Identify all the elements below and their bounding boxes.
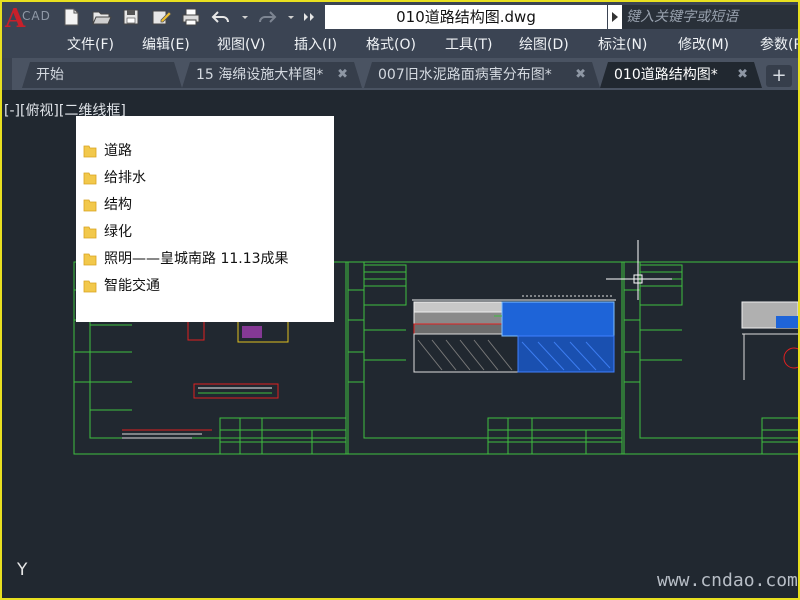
folder-icon <box>83 143 97 158</box>
drawing-sheet-3 <box>623 261 798 455</box>
redo-icon[interactable] <box>256 6 278 28</box>
folder-label: 结构 <box>104 197 132 213</box>
tab-label: 开始 <box>36 67 64 83</box>
title-expand-icon[interactable] <box>608 5 622 29</box>
undo-icon[interactable] <box>210 6 232 28</box>
open-icon[interactable] <box>90 6 112 28</box>
search-input[interactable]: 键入关键字或短语 <box>622 5 798 29</box>
menu-file[interactable]: 文件(F) <box>67 32 114 58</box>
tab-close-icon[interactable]: ✖ <box>337 62 348 88</box>
app-logo[interactable]: A CAD <box>2 2 58 34</box>
tab-label: 15 海绵设施大样图* <box>196 67 324 83</box>
folder-icon <box>83 170 97 185</box>
new-icon[interactable] <box>60 6 82 28</box>
menu-format[interactable]: 格式(O) <box>366 32 416 58</box>
menu-tools[interactable]: 工具(T) <box>445 32 492 58</box>
tab-old-concrete-pavement[interactable]: 007旧水泥路面病害分布图* ✖ <box>364 62 600 88</box>
folder-item-intelligent-traffic[interactable]: 智能交通 <box>83 275 160 295</box>
tab-bar-scroll-edge[interactable] <box>2 58 12 90</box>
folder-label: 照明——皇城南路 11.13成果 <box>104 251 289 267</box>
folder-item-road[interactable]: 道路 <box>83 140 132 160</box>
application-window: A CAD 010道路结构图.dwg 键入关键字或短语 文件(F) 编辑(E) … <box>0 0 800 600</box>
folder-label: 绿化 <box>104 224 132 240</box>
folder-label: 给排水 <box>104 170 146 186</box>
tab-label: 007旧水泥路面病害分布图* <box>378 67 552 83</box>
pavement-section <box>412 295 616 373</box>
tab-close-icon[interactable]: ✖ <box>575 62 586 88</box>
folder-item-structure[interactable]: 结构 <box>83 194 132 214</box>
tab-label: 010道路结构图* <box>614 67 718 83</box>
new-tab-button[interactable]: + <box>766 65 792 87</box>
drawing-sheet-1-details <box>122 317 289 439</box>
folder-icon <box>83 197 97 212</box>
folder-icon <box>83 278 97 293</box>
menu-dimension[interactable]: 标注(N) <box>598 32 647 58</box>
folder-icon <box>83 224 97 239</box>
document-title: 010道路结构图.dwg <box>325 5 607 29</box>
drawing-canvas[interactable]: [-][俯视][二维线框] 道路 给排水 结构 绿化 照明——皇城南路 11.1… <box>2 90 798 598</box>
save-icon[interactable] <box>120 6 142 28</box>
menu-edit[interactable]: 编辑(E) <box>142 32 190 58</box>
save-as-icon[interactable] <box>150 6 172 28</box>
plot-icon[interactable] <box>180 6 202 28</box>
folder-icon <box>83 251 97 266</box>
ucs-axis-label: Y <box>17 560 28 580</box>
menu-bar: 文件(F) 编辑(E) 视图(V) 插入(I) 格式(O) 工具(T) 绘图(D… <box>2 32 798 58</box>
folder-label: 道路 <box>104 143 132 159</box>
more-icon[interactable] <box>298 6 316 28</box>
menu-parametric[interactable]: 参数(P <box>760 32 798 58</box>
file-tab-bar: 开始 15 海绵设施大样图* ✖ 007旧水泥路面病害分布图* ✖ 010道路结… <box>2 58 798 90</box>
title-bar: A CAD 010道路结构图.dwg 键入关键字或短语 <box>2 2 798 34</box>
tab-sponge-facilities[interactable]: 15 海绵设施大样图* ✖ <box>182 62 362 88</box>
menu-draw[interactable]: 绘图(D) <box>519 32 569 58</box>
app-logo-text: CAD <box>22 9 51 23</box>
menu-modify[interactable]: 修改(M) <box>678 32 729 58</box>
tab-start[interactable]: 开始 <box>22 62 182 88</box>
folder-item-lighting[interactable]: 照明——皇城南路 11.13成果 <box>83 248 289 268</box>
redo-dropdown-icon[interactable] <box>280 6 294 28</box>
drawing-sheet-3-details <box>741 301 798 380</box>
menu-insert[interactable]: 插入(I) <box>294 32 337 58</box>
tab-close-icon[interactable]: ✖ <box>737 62 748 88</box>
folder-item-greening[interactable]: 绿化 <box>83 221 132 241</box>
folder-dropdown: 道路 给排水 结构 绿化 照明——皇城南路 11.13成果 智能交通 <box>76 116 334 322</box>
folder-label: 智能交通 <box>104 278 160 294</box>
folder-item-water-supply-drainage[interactable]: 给排水 <box>83 167 146 187</box>
watermark: www.cndao.com <box>657 570 798 591</box>
crosshair-cursor <box>606 240 672 300</box>
menu-view[interactable]: 视图(V) <box>217 32 266 58</box>
tab-road-structure[interactable]: 010道路结构图* ✖ <box>600 62 762 88</box>
undo-dropdown-icon[interactable] <box>234 6 248 28</box>
